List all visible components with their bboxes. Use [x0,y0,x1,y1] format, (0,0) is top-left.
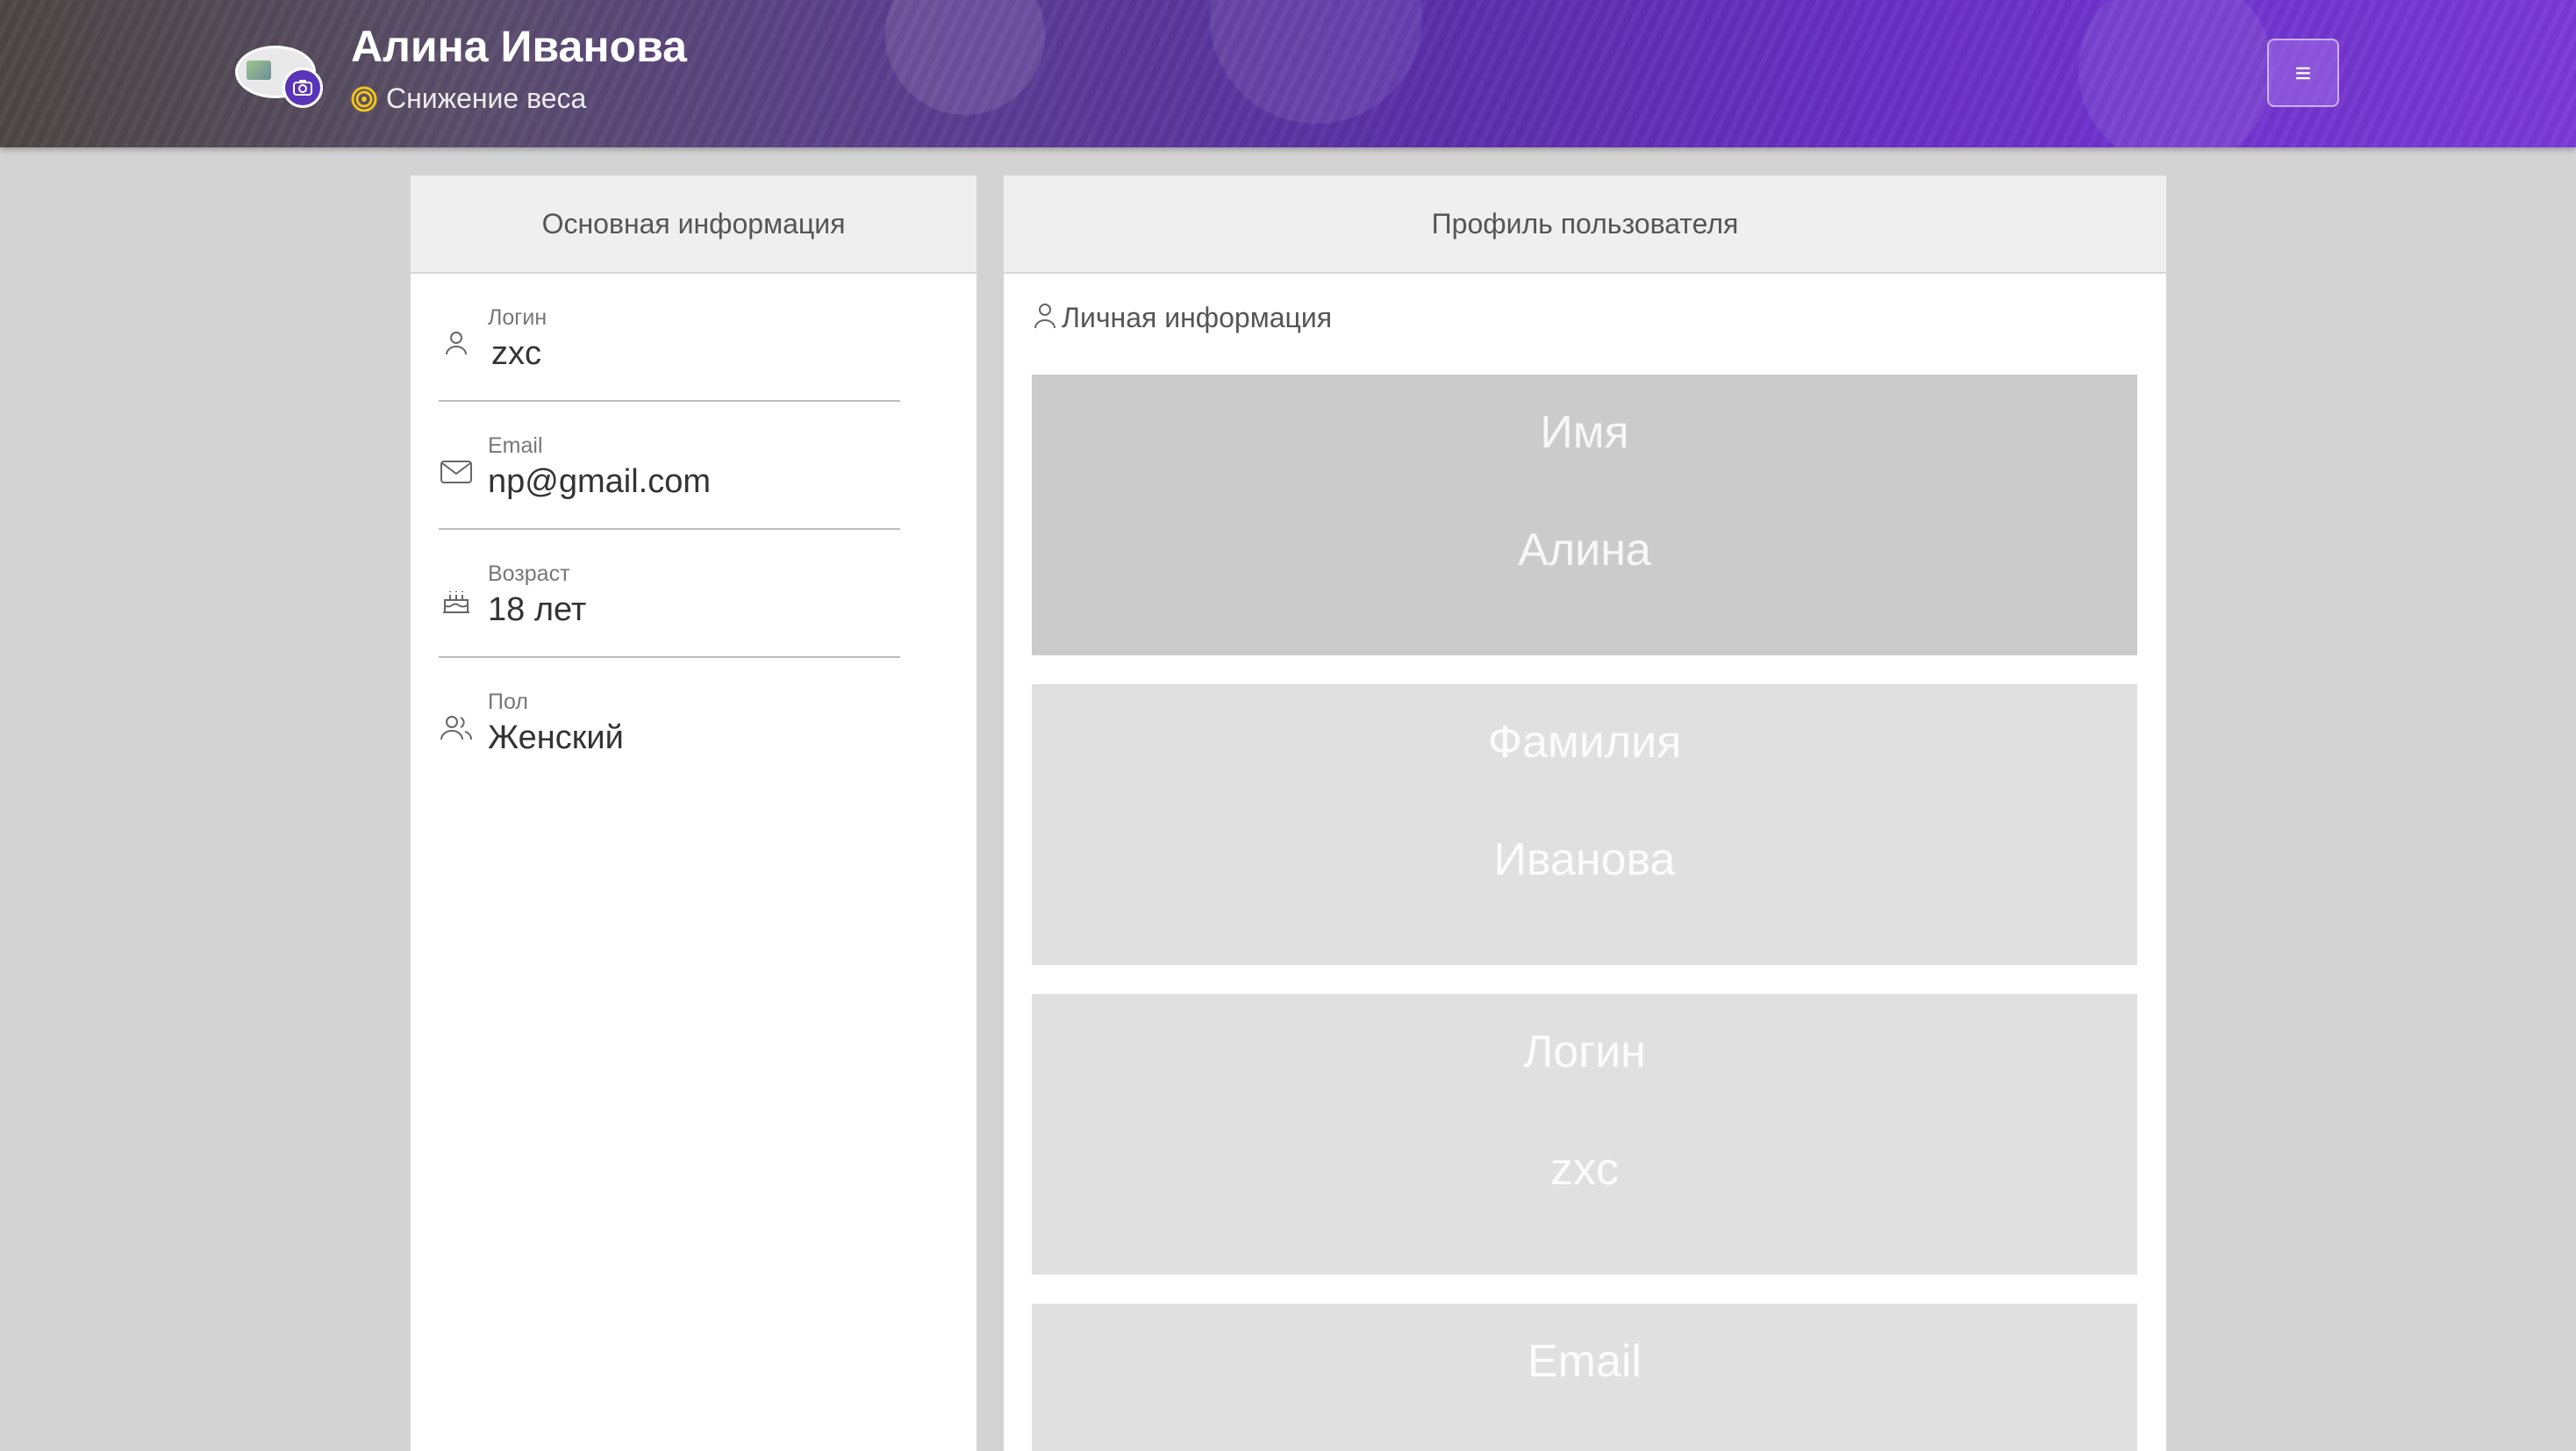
info-row-age: Возраст 18 лет [439,530,900,658]
profile-field-last-name[interactable]: Фамилия Иванова [1032,684,2137,965]
info-label: Возраст [488,561,570,586]
info-value: 18 лет [488,591,587,628]
field-label: Email [1527,1336,1642,1387]
info-label: Пол [488,690,528,714]
field-value: Алина [1518,525,1651,575]
change-photo-button[interactable] [283,68,323,108]
hamburger-icon: ≡ [2294,56,2312,89]
goal-badge: Снижение веса [351,82,586,115]
field-label: Логин [1523,1026,1646,1077]
menu-button[interactable]: ≡ [2267,39,2339,107]
info-row-login: Логин zxc [439,274,900,402]
profile-header: Алина Иванова Снижение веса ≡ [0,0,2576,147]
info-row-email: Email np@gmail.com [439,402,900,530]
user-profile-card: Профиль пользователя Личная информация И… [1004,175,2166,1451]
target-icon [351,86,377,111]
field-value: Иванова [1493,834,1676,885]
user-icon [1034,304,1055,329]
info-row-gender: Пол Женский [439,658,900,786]
field-label: Имя [1540,407,1629,458]
profile-field-login[interactable]: Логин zxc [1032,994,2137,1275]
personal-info-label: Личная информация [1062,302,1333,333]
info-label: Email [488,433,543,458]
user-name: Алина Иванова [351,22,687,71]
info-label: Логин [488,305,547,330]
goal-text: Снижение веса [386,82,587,114]
camera-icon [293,80,312,96]
cake-icon [443,591,469,613]
field-value: zxc [1550,1144,1619,1195]
profile-field-email[interactable]: Email [1032,1304,2137,1451]
info-value: np@gmail.com [488,463,711,500]
profile-field-first-name[interactable]: Имя Алина [1032,375,2137,655]
personal-info-heading: Личная информация [1032,302,1332,334]
user-profile-title: Профиль пользователя [1004,175,2166,274]
user-icon [446,332,467,355]
mail-icon [440,461,472,483]
basic-info-card: Основная информация Логин zxc Email np@g… [411,175,977,1451]
users-icon [440,716,472,740]
info-value: Женский [488,719,624,756]
broken-image-icon [247,61,271,80]
basic-info-title: Основная информация [411,175,977,274]
field-label: Фамилия [1487,717,1682,768]
info-value: zxc [491,335,541,372]
